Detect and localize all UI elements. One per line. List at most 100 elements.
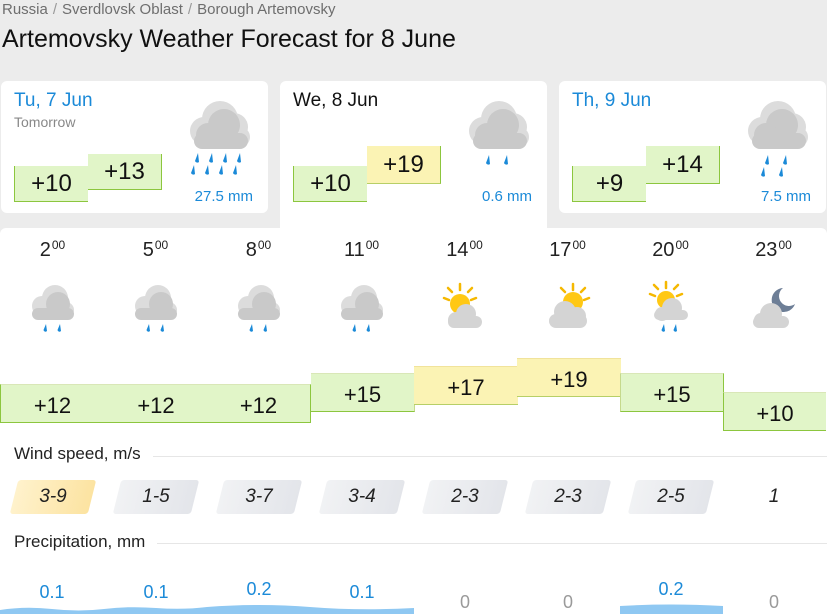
day-precip: 27.5 mm xyxy=(194,188,253,205)
cloud-light-rain-icon xyxy=(469,101,529,165)
day-temp-max: +14 xyxy=(646,146,720,184)
wind-speed-text: 1-5 xyxy=(142,486,170,507)
hour-column: 800 xyxy=(207,238,310,340)
hour-column: 200 xyxy=(1,238,104,340)
day-date: We, 8 Jun xyxy=(293,90,379,111)
wind-speed-text: 3-9 xyxy=(39,486,67,507)
wind-speed-value: 1-5 xyxy=(117,480,195,514)
breadcrumb-separator: / xyxy=(52,1,58,18)
day-subtitle: Tomorrow xyxy=(14,114,76,130)
sun-cloud-icon xyxy=(548,282,590,328)
hour-minutes: 00 xyxy=(154,238,169,252)
hour-temp: +12 xyxy=(104,384,208,423)
day-temp-min: +10 xyxy=(293,166,367,202)
cloud-rain-icon xyxy=(237,285,280,332)
precipitation-wave xyxy=(620,604,723,614)
day-temp-max: +13 xyxy=(88,154,162,190)
hour-value: 17 xyxy=(549,239,572,261)
day-card-thursday[interactable]: Th, 9 Jun +9 +14 7.5 mm xyxy=(559,81,826,213)
wind-speed-value: 2-3 xyxy=(426,480,504,514)
hour-value: 20 xyxy=(652,239,675,261)
precipitation-label: Precipitation, mm xyxy=(14,532,158,552)
hour-value: 11 xyxy=(343,239,365,261)
hour-minutes: 00 xyxy=(51,238,66,252)
hour-label: 2300 xyxy=(722,238,825,264)
wind-speed-text: 2-3 xyxy=(451,486,479,507)
hour-precip: 0.1 xyxy=(39,582,65,602)
hour-minutes: 00 xyxy=(257,238,272,252)
hour-label: 1700 xyxy=(516,238,619,264)
wind-speed-value: 3-4 xyxy=(323,480,401,514)
hour-minutes: 00 xyxy=(469,238,483,252)
hour-temp: +12 xyxy=(0,384,104,423)
sun-cloud-rain-icon xyxy=(648,280,688,332)
cloud-rain-icon xyxy=(748,101,808,177)
wind-speed-label: Wind speed, m/s xyxy=(14,444,153,464)
hour-temp: +19 xyxy=(517,358,621,397)
day-date: Th, 9 Jun xyxy=(572,90,652,111)
wind-speed-value: 3-9 xyxy=(14,480,92,514)
precipitation-wave xyxy=(0,605,414,614)
hour-column: 1400 xyxy=(413,238,516,340)
moon-cloud-icon xyxy=(752,288,795,328)
wind-speed-text: 3-4 xyxy=(348,486,376,507)
breadcrumb: Russia / Sverdlovsk Oblast / Borough Artemov… xyxy=(2,1,336,18)
hour-precip: 0 xyxy=(768,592,779,612)
hour-column: 500 xyxy=(104,238,207,340)
wind-speed-text: 2-5 xyxy=(657,486,685,507)
hour-temp: +10 xyxy=(723,392,826,431)
cloud-rain-icon xyxy=(134,285,177,332)
hour-precip: 0 xyxy=(459,592,470,612)
wind-speed-value: 1 xyxy=(735,480,813,514)
hour-minutes: 00 xyxy=(365,238,380,252)
hour-label: 1100 xyxy=(310,238,413,264)
hour-value: 14 xyxy=(446,239,469,261)
hour-value: 8 xyxy=(245,239,257,261)
hour-column: 2000 xyxy=(619,238,722,340)
wind-speed-text: 2-3 xyxy=(554,486,582,507)
hour-label: 2000 xyxy=(619,238,722,264)
day-card-wednesday[interactable]: We, 8 Jun +10 +19 0.6 mm xyxy=(280,81,547,228)
breadcrumb-separator: / xyxy=(187,1,193,18)
hour-precip: 0.1 xyxy=(143,582,169,602)
cloud-rain-icon xyxy=(340,285,383,332)
sun-cloud-icon xyxy=(442,282,482,328)
day-temp-min: +9 xyxy=(572,166,646,202)
wind-speed-text: 3-7 xyxy=(245,486,273,507)
breadcrumb-borough-artemovsky[interactable]: Borough Artemovsky xyxy=(197,1,335,18)
hour-precip: 0.2 xyxy=(246,579,272,599)
hour-column: 1100 xyxy=(310,238,413,340)
wind-speed-value: 2-5 xyxy=(632,480,710,514)
cloud-heavy-rain-icon xyxy=(190,101,250,175)
hour-value: 5 xyxy=(142,239,154,261)
cloud-rain-icon xyxy=(31,285,74,332)
breadcrumb-russia[interactable]: Russia xyxy=(2,1,48,18)
hour-temp: +15 xyxy=(620,373,724,412)
hour-precip: 0.2 xyxy=(658,579,684,599)
page-title: Artemovsky Weather Forecast for 8 June xyxy=(2,25,456,53)
hour-label: 200 xyxy=(1,238,104,264)
day-temp-min: +10 xyxy=(14,166,88,202)
hour-value: 23 xyxy=(755,239,778,261)
breadcrumb-sverdlovsk-oblast[interactable]: Sverdlovsk Oblast xyxy=(62,1,183,18)
wind-speed-value: 3-7 xyxy=(220,480,298,514)
hour-temp: +15 xyxy=(311,373,415,412)
day-precip: 7.5 mm xyxy=(760,188,811,205)
hour-label: 1400 xyxy=(413,238,516,264)
hour-column: 1700 xyxy=(516,238,619,340)
hour-value: 2 xyxy=(39,239,51,261)
day-temp-max: +19 xyxy=(367,146,441,184)
hourly-forecast: 200 500 800 1100 1400 1700 2000 2300 +12… xyxy=(0,228,827,614)
hour-label: 500 xyxy=(104,238,207,264)
hour-column: 2300 xyxy=(722,238,825,340)
wind-speed-text: 1 xyxy=(768,486,780,507)
wind-speed-value: 2-3 xyxy=(529,480,607,514)
day-card-tuesday[interactable]: Tu, 7 Jun Tomorrow +10 +13 27.5 mm xyxy=(1,81,268,213)
hour-minutes: 00 xyxy=(572,238,586,252)
hour-temp: +17 xyxy=(414,366,518,405)
hour-label: 800 xyxy=(207,238,310,264)
hour-minutes: 00 xyxy=(675,238,689,252)
hour-temp: +12 xyxy=(207,384,311,423)
day-date: Tu, 7 Jun xyxy=(14,90,93,111)
hour-precip: 0 xyxy=(562,592,573,612)
